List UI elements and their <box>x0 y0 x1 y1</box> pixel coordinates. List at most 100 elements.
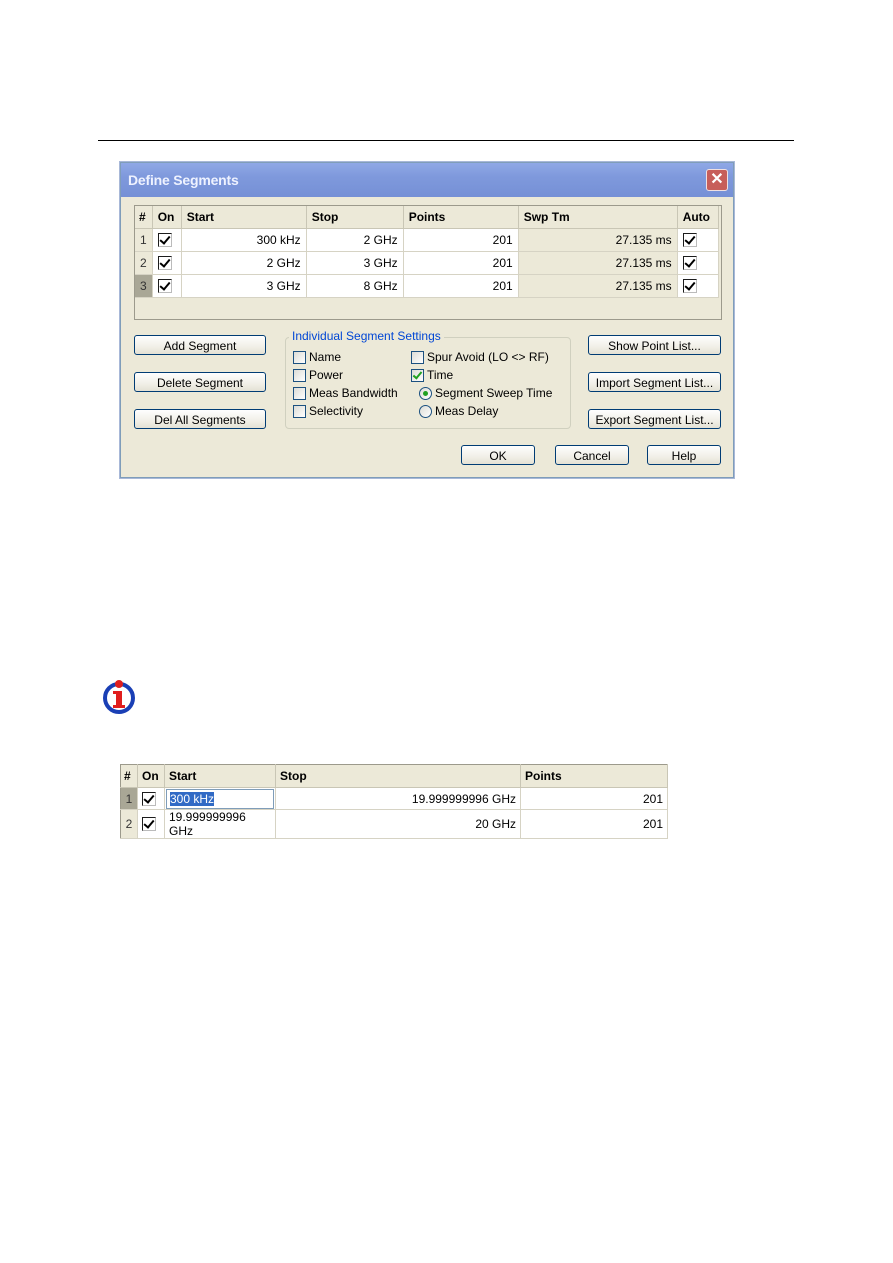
col-header-num: # <box>120 764 138 788</box>
auto-checkbox[interactable] <box>682 256 697 271</box>
table-header-row: # On Start Stop Points <box>120 764 668 788</box>
col-header-start: Start <box>181 206 307 229</box>
auto-checkbox[interactable] <box>682 233 697 248</box>
meas-bandwidth-checkbox[interactable] <box>293 386 306 400</box>
col-header-swp-tm: Swp Tm <box>518 206 678 229</box>
col-header-points: Points <box>403 206 519 229</box>
row-number[interactable]: 1 <box>135 228 153 252</box>
col-header-start: Start <box>164 764 276 788</box>
stop-cell[interactable]: 20 GHz <box>275 809 521 839</box>
segment-sweep-time-option[interactable]: Segment Sweep Time <box>419 385 552 401</box>
ok-button[interactable]: OK <box>461 445 535 465</box>
close-icon: ✕ <box>710 171 724 188</box>
auto-checkbox[interactable] <box>682 279 697 294</box>
power-checkbox[interactable] <box>293 368 306 382</box>
cancel-button[interactable]: Cancel <box>555 445 629 465</box>
export-segment-list-button[interactable]: Export Segment List... <box>588 409 721 429</box>
example-segment-table: # On Start Stop Points 1 300 kHz 19.9999… <box>120 764 668 839</box>
on-checkbox[interactable] <box>142 817 156 832</box>
power-option[interactable]: Power <box>293 367 343 383</box>
stop-cell[interactable]: 8 GHz <box>306 274 404 298</box>
spur-avoid-checkbox[interactable] <box>411 350 424 364</box>
spur-avoid-label: Spur Avoid (LO <> RF) <box>427 350 549 364</box>
points-cell[interactable]: 201 <box>520 809 668 839</box>
meas-delay-radio[interactable] <box>419 404 432 418</box>
table-row[interactable]: 1 300 kHz 19.999999996 GHz 201 <box>120 787 668 810</box>
add-segment-button[interactable]: Add Segment <box>134 335 266 355</box>
swp-tm-cell: 27.135 ms <box>518 274 678 298</box>
row-number-selected[interactable]: 1 <box>120 787 138 810</box>
individual-settings-label: Individual Segment Settings <box>289 329 444 343</box>
swp-tm-cell: 27.135 ms <box>518 228 678 252</box>
auto-cell[interactable] <box>677 251 719 275</box>
col-header-auto: Auto <box>677 206 719 229</box>
row-number[interactable]: 2 <box>120 809 138 839</box>
page-rule <box>98 140 794 141</box>
name-checkbox[interactable] <box>293 350 306 364</box>
spur-avoid-option[interactable]: Spur Avoid (LO <> RF) <box>411 349 549 365</box>
start-cell[interactable]: 2 GHz <box>181 251 307 275</box>
table-row[interactable]: 2 2 GHz 3 GHz 201 27.135 ms <box>135 251 719 275</box>
start-cell-editing[interactable]: 300 kHz <box>164 787 276 810</box>
auto-cell[interactable] <box>677 228 719 252</box>
auto-cell[interactable] <box>677 274 719 298</box>
meas-delay-label: Meas Delay <box>435 404 499 418</box>
on-checkbox[interactable] <box>157 256 172 271</box>
on-checkbox[interactable] <box>157 233 172 248</box>
row-number[interactable]: 2 <box>135 251 153 275</box>
on-cell[interactable] <box>152 251 182 275</box>
name-label: Name <box>309 350 342 364</box>
power-label: Power <box>309 368 344 382</box>
start-edit-selected-text: 300 kHz <box>170 791 215 806</box>
dialog-title: Define Segments <box>128 172 239 188</box>
time-checkbox[interactable] <box>411 368 424 382</box>
delete-segment-button[interactable]: Delete Segment <box>134 372 266 392</box>
name-option[interactable]: Name <box>293 349 341 365</box>
close-button[interactable]: ✕ <box>706 169 728 191</box>
col-header-points: Points <box>520 764 668 788</box>
selectivity-option[interactable]: Selectivity <box>293 403 363 419</box>
meas-delay-option[interactable]: Meas Delay <box>419 403 498 419</box>
del-all-segments-button[interactable]: Del All Segments <box>134 409 266 429</box>
segment-table: # On Start Stop Points Swp Tm Auto 1 300… <box>134 205 722 320</box>
meas-bandwidth-option[interactable]: Meas Bandwidth <box>293 385 398 401</box>
on-cell[interactable] <box>152 274 182 298</box>
selectivity-checkbox[interactable] <box>293 404 306 418</box>
show-point-list-button[interactable]: Show Point List... <box>588 335 721 355</box>
swp-tm-cell: 27.135 ms <box>518 251 678 275</box>
time-option[interactable]: Time <box>411 367 453 383</box>
on-cell[interactable] <box>137 809 165 839</box>
col-header-stop: Stop <box>306 206 404 229</box>
on-checkbox[interactable] <box>142 791 156 806</box>
stop-cell[interactable]: 19.999999996 GHz <box>275 787 521 810</box>
start-cell[interactable]: 19.999999996 GHz <box>164 809 276 839</box>
define-segments-dialog: Define Segments ✕ # On Start Stop Points… <box>120 162 734 478</box>
table-row[interactable]: 2 19.999999996 GHz 20 GHz 201 <box>120 809 668 839</box>
start-edit-input[interactable]: 300 kHz <box>166 788 274 809</box>
on-checkbox[interactable] <box>157 279 172 294</box>
points-cell[interactable]: 201 <box>403 228 519 252</box>
selectivity-label: Selectivity <box>309 404 364 418</box>
points-cell[interactable]: 201 <box>403 251 519 275</box>
col-header-stop: Stop <box>275 764 521 788</box>
points-cell[interactable]: 201 <box>403 274 519 298</box>
on-cell[interactable] <box>152 228 182 252</box>
on-cell[interactable] <box>137 787 165 810</box>
table-row[interactable]: 1 300 kHz 2 GHz 201 27.135 ms <box>135 228 719 252</box>
start-cell[interactable]: 3 GHz <box>181 274 307 298</box>
points-cell[interactable]: 201 <box>520 787 668 810</box>
import-segment-list-button[interactable]: Import Segment List... <box>588 372 721 392</box>
title-bar[interactable]: Define Segments ✕ <box>121 163 733 197</box>
start-cell[interactable]: 300 kHz <box>181 228 307 252</box>
meas-bandwidth-label: Meas Bandwidth <box>309 386 398 400</box>
segment-sweep-time-radio[interactable] <box>419 386 432 400</box>
col-header-on: On <box>152 206 182 229</box>
stop-cell[interactable]: 3 GHz <box>306 251 404 275</box>
table-row[interactable]: 3 3 GHz 8 GHz 201 27.135 ms <box>135 274 719 298</box>
stop-cell[interactable]: 2 GHz <box>306 228 404 252</box>
col-header-num: # <box>135 206 153 229</box>
row-number-selected[interactable]: 3 <box>135 274 153 298</box>
table-header-row: # On Start Stop Points Swp Tm Auto <box>135 206 719 229</box>
segment-sweep-time-label: Segment Sweep Time <box>435 386 553 400</box>
help-button[interactable]: Help <box>647 445 721 465</box>
